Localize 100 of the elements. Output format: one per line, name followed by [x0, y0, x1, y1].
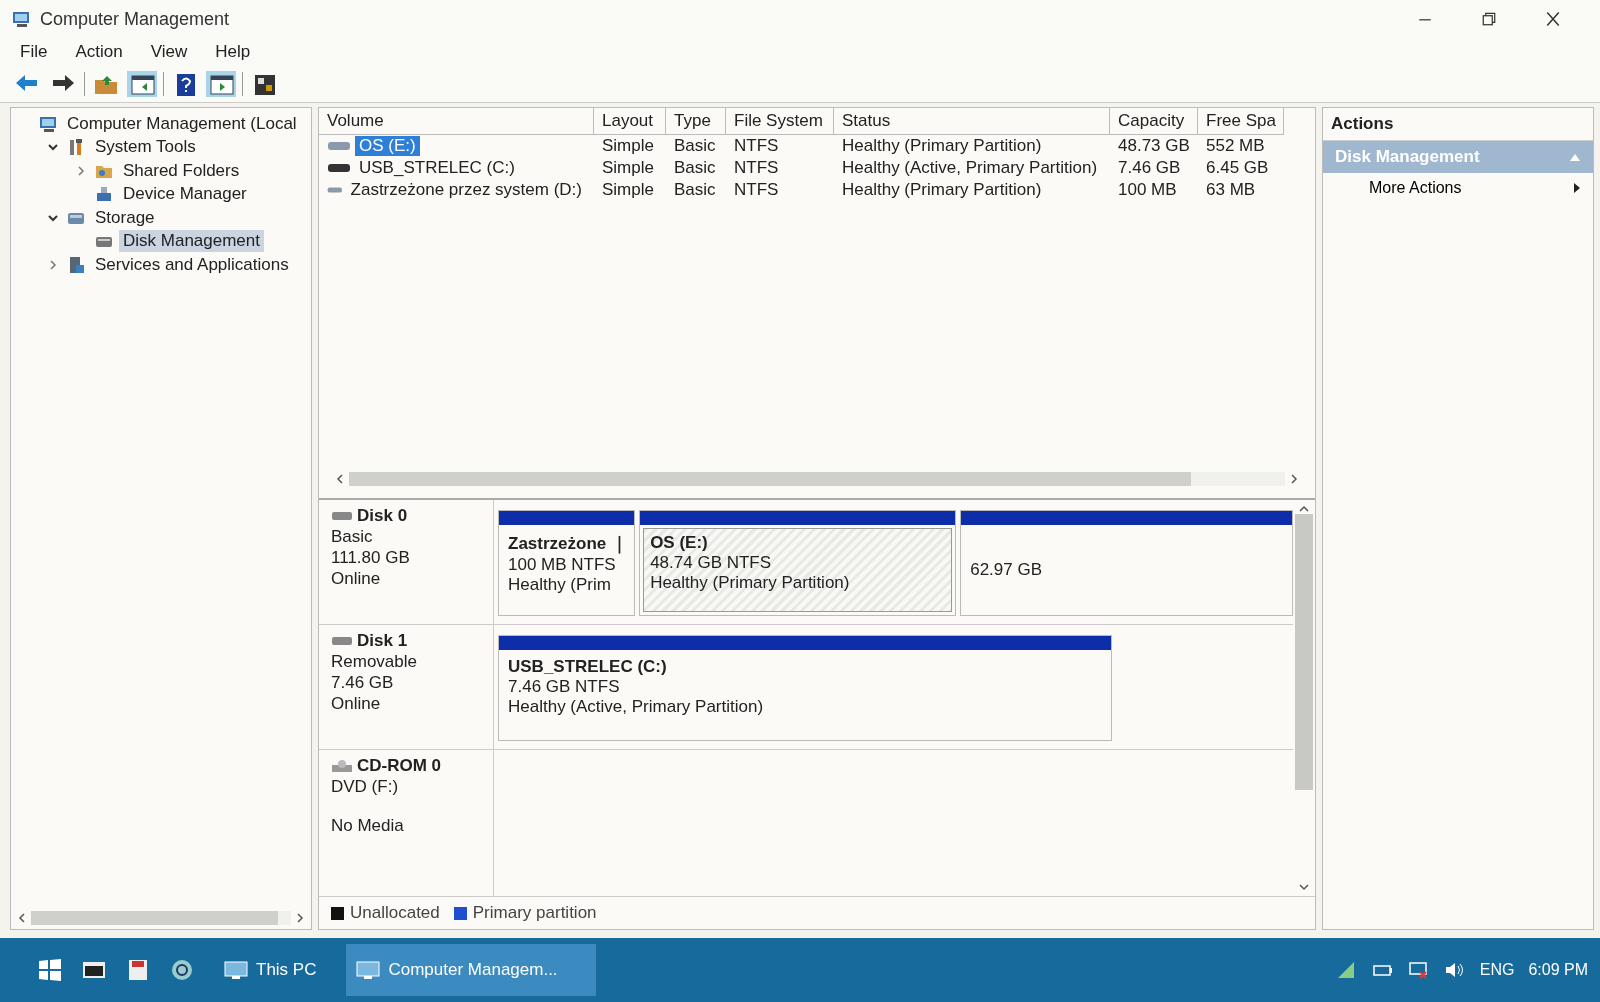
- submenu-arrow-icon: [1573, 182, 1581, 194]
- partition[interactable]: Zastrzeżone ｜ 100 MB NTFS Healthy (Prim: [498, 510, 636, 616]
- partition-info: 100 MB NTFS: [508, 555, 617, 575]
- scroll-left-icon[interactable]: [17, 913, 27, 923]
- partition-info: OS (E:): [650, 533, 709, 553]
- table-cell-text: NTFS: [733, 179, 780, 201]
- table-cell-text: Healthy (Primary Partition): [841, 135, 1043, 157]
- menu-item[interactable]: Help: [205, 40, 261, 64]
- scroll-down-icon[interactable]: [1299, 882, 1309, 892]
- scroll-up-icon[interactable]: [1299, 504, 1309, 514]
- cd-drive-icon: [331, 759, 353, 773]
- tree-item[interactable]: System Tools: [91, 136, 200, 159]
- action-label: More Actions: [1369, 179, 1462, 197]
- volume-icon[interactable]: [1443, 960, 1466, 980]
- table-cell-text: NTFS: [733, 157, 780, 179]
- tree-item[interactable]: Storage: [91, 206, 159, 229]
- menu-item[interactable]: File: [10, 40, 58, 64]
- table-cell-text: 63 MB: [1205, 179, 1257, 201]
- table-cell-text: Basic: [673, 179, 717, 201]
- tree-item[interactable]: Disk Management: [119, 230, 264, 253]
- globe-icon[interactable]: [170, 958, 194, 982]
- scroll-left-icon[interactable]: [335, 474, 345, 484]
- taskbar-button[interactable]: Computer Managem...: [346, 944, 597, 996]
- table-cell-text: 48.73 GB: [1117, 135, 1191, 157]
- legend-label: Primary partition: [472, 903, 597, 923]
- tools-icon: [67, 138, 85, 157]
- column-header[interactable]: Type: [666, 108, 726, 135]
- volume-name[interactable]: OS (E:): [355, 136, 420, 156]
- start-icon[interactable]: [38, 958, 62, 982]
- table-cell-text: 7.46 GB: [1117, 157, 1182, 179]
- tree-item[interactable]: Computer Management (Local: [63, 112, 301, 135]
- action-item[interactable]: More Actions: [1323, 173, 1593, 203]
- disk-info: 111.80 GB: [331, 548, 411, 568]
- column-header[interactable]: Free Spa: [1198, 108, 1284, 135]
- disk-info: DVD (F:): [331, 777, 400, 797]
- disk-info: Online: [331, 694, 382, 714]
- legend-label: Unallocated: [350, 903, 440, 923]
- computer-management-icon: [12, 10, 32, 28]
- table-cell-text: Basic: [673, 135, 717, 157]
- partition-info: USB_STRELEC (C:): [508, 657, 668, 677]
- table-cell-text: Healthy (Primary Partition): [841, 179, 1043, 201]
- clock[interactable]: 6:09 PM: [1528, 961, 1588, 979]
- table-cell-text: 552 MB: [1205, 135, 1266, 157]
- column-header[interactable]: File System: [726, 108, 834, 135]
- table-cell-text: Healthy (Active, Primary Partition): [841, 157, 1099, 179]
- disk-name: Disk 0: [357, 506, 408, 526]
- close-icon[interactable]: [1544, 9, 1562, 29]
- menu-item[interactable]: Action: [65, 40, 133, 64]
- disk-info: Online: [331, 569, 382, 589]
- table-cell-text: Simple: [601, 157, 655, 179]
- table-cell-text: Simple: [601, 135, 655, 157]
- drive-icon: [327, 184, 343, 196]
- tree-item[interactable]: Services and Applications: [91, 253, 293, 276]
- partition[interactable]: USB_STRELEC (C:) 7.46 GB NTFS Healthy (Active, Primary Partition): [498, 635, 1113, 741]
- column-header[interactable]: Capacity: [1110, 108, 1198, 135]
- tree-item[interactable]: Device Manager: [119, 183, 251, 206]
- partition-info: Healthy (Prim: [508, 575, 612, 595]
- device-manager-icon: [95, 185, 113, 204]
- scroll-right-icon[interactable]: [295, 913, 305, 923]
- disk-info: Basic: [331, 527, 374, 547]
- partition[interactable]: OS (E:) 48.74 GB NTFS Healthy (Primary Partition): [639, 510, 957, 616]
- disk-name: Disk 1: [357, 631, 408, 651]
- window-title: Computer Management: [40, 8, 230, 30]
- collapse-arrow-icon: [1569, 152, 1581, 162]
- partition-info: 62.97 GB: [970, 560, 1044, 580]
- drive-icon: [327, 140, 351, 152]
- volume-name[interactable]: Zastrzeżone przez system (D:): [346, 180, 586, 200]
- partition[interactable]: 62.97 GB: [960, 510, 1293, 616]
- disk-info: No Media: [331, 816, 405, 836]
- table-cell-text: Basic: [673, 157, 717, 179]
- column-header[interactable]: Volume: [319, 108, 594, 135]
- drive-icon: [327, 162, 351, 174]
- column-header[interactable]: Status: [834, 108, 1110, 135]
- column-header[interactable]: Layout: [594, 108, 666, 135]
- table-cell-text: Simple: [601, 179, 655, 201]
- tree-item[interactable]: Shared Folders: [119, 159, 244, 182]
- partition-info: 48.74 GB NTFS: [650, 553, 773, 573]
- taskbar-button[interactable]: This PC: [214, 944, 327, 996]
- floppy-icon[interactable]: [126, 958, 150, 982]
- volume-name[interactable]: USB_STRELEC (C:): [355, 158, 519, 178]
- action-pane-icon[interactable]: [208, 72, 234, 96]
- partition-info: Healthy (Primary Partition): [650, 573, 851, 593]
- action-label: Disk Management: [1335, 147, 1480, 167]
- network-error-icon[interactable]: [1407, 960, 1430, 980]
- console-tree-icon[interactable]: [129, 72, 155, 96]
- disk-info: Removable: [331, 652, 418, 672]
- scroll-right-icon[interactable]: [1289, 474, 1299, 484]
- language-indicator[interactable]: ENG: [1479, 961, 1515, 979]
- table-cell-text: NTFS: [733, 135, 780, 157]
- disk-info: 7.46 GB: [331, 673, 395, 693]
- computer-management-icon: [356, 960, 381, 980]
- scrollbar-thumb[interactable]: [1295, 514, 1313, 790]
- menu-item[interactable]: View: [140, 40, 198, 64]
- disk-name: CD-ROM 0: [357, 756, 442, 776]
- table-cell-text: 6.45 GB: [1205, 157, 1270, 179]
- monitor-icon: [224, 960, 248, 980]
- partition-info: Zastrzeżone ｜: [508, 533, 626, 555]
- services-icon: [67, 255, 85, 274]
- partition-info: 7.46 GB NTFS: [508, 677, 621, 697]
- table-cell-text: 100 MB: [1117, 179, 1178, 201]
